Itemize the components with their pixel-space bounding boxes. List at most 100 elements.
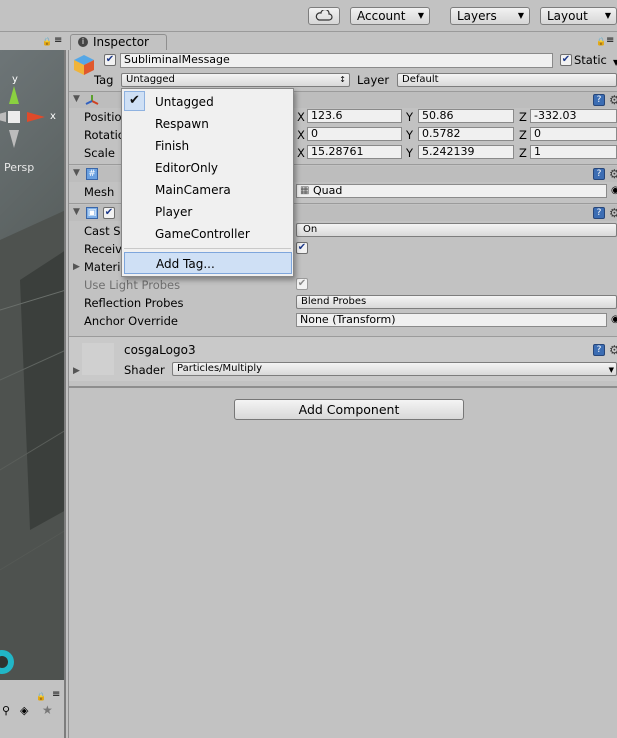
- rotation-y-field[interactable]: 0.5782: [418, 127, 514, 141]
- menu-icon[interactable]: ≡: [52, 689, 60, 700]
- help-icon[interactable]: ?: [593, 207, 605, 219]
- position-y-field[interactable]: 50.86: [418, 109, 514, 123]
- active-checkbox[interactable]: ✔: [104, 54, 116, 66]
- search-filter-icon[interactable]: ⚲: [2, 704, 10, 717]
- menu-icon[interactable]: ≡: [54, 35, 62, 46]
- layout-dropdown[interactable]: Layout ▼: [540, 7, 617, 25]
- axis-z-label: Z: [519, 146, 527, 160]
- tag-dropdown[interactable]: Untagged ↕: [121, 73, 350, 87]
- info-icon: i: [78, 37, 88, 47]
- rotation-label: Rotatio: [84, 128, 125, 142]
- gizmo-axis-x: x: [50, 111, 56, 122]
- axis-x-label: X: [297, 110, 305, 124]
- persp-label[interactable]: Persp: [4, 161, 34, 174]
- layer-value: Default: [402, 74, 439, 85]
- tab-inspector[interactable]: i Inspector: [70, 34, 167, 51]
- receive-shadows-label: Receiv: [84, 242, 122, 256]
- menu-item-untagged[interactable]: Untagged: [122, 91, 293, 113]
- cast-shadows-dropdown[interactable]: On: [296, 223, 617, 237]
- mesh-field[interactable]: ▦ Quad: [296, 184, 607, 198]
- anchor-override-label: Anchor Override: [84, 314, 178, 328]
- axis-y-label: Y: [406, 110, 414, 124]
- top-toolbar: Account ▼ Layers ▼ Layout ▼: [0, 0, 617, 32]
- help-icon[interactable]: ?: [593, 344, 605, 356]
- scene-gizmo[interactable]: [0, 74, 66, 154]
- mesh-value: Quad: [313, 184, 343, 197]
- position-x-field[interactable]: 123.6: [307, 109, 402, 123]
- help-icon[interactable]: ?: [593, 94, 605, 106]
- gear-icon[interactable]: ⚙: [609, 94, 617, 106]
- scale-label: Scale: [84, 146, 115, 160]
- object-name-field[interactable]: SubliminalMessage: [120, 53, 553, 68]
- menu-item-respawn[interactable]: Respawn: [122, 113, 293, 135]
- lock-icon[interactable]: 🔒: [36, 692, 46, 701]
- static-checkbox[interactable]: ✔: [560, 54, 572, 66]
- menu-item-editoronly[interactable]: EditorOnly: [122, 157, 293, 179]
- use-light-probes-label: Use Light Probes: [84, 278, 181, 292]
- shader-dropdown[interactable]: Particles/Multiply ▼: [172, 362, 617, 376]
- position-label: Positio: [84, 110, 122, 124]
- gizmo-axis-y: y: [12, 74, 18, 85]
- scene-view[interactable]: y x Persp: [0, 50, 66, 680]
- axis-y-label: Y: [406, 146, 414, 160]
- inspector-tabbar: i Inspector 🔒 ≡: [68, 32, 617, 51]
- mesh-filter-icon: #: [86, 168, 98, 180]
- component-enabled-checkbox[interactable]: ✔: [103, 207, 115, 219]
- layer-dropdown[interactable]: Default: [397, 73, 617, 87]
- chevron-down-icon[interactable]: ▼: [613, 58, 617, 67]
- shader-label: Shader: [124, 363, 165, 377]
- receive-shadows-checkbox[interactable]: ✔: [296, 242, 308, 254]
- rotation-x-field[interactable]: 0: [307, 127, 402, 141]
- layers-label: Layers: [457, 9, 497, 23]
- add-component-button[interactable]: Add Component: [234, 399, 464, 420]
- axis-y-label: Y: [406, 128, 414, 142]
- object-picker-icon[interactable]: ◉: [611, 314, 617, 325]
- lock-icon[interactable]: 🔒: [42, 37, 52, 46]
- tag-value: Untagged: [126, 74, 175, 85]
- gameobject-icon: [73, 54, 95, 76]
- shader-value: Particles/Multiply: [177, 363, 263, 374]
- lock-icon[interactable]: 🔒: [596, 37, 606, 46]
- star-icon[interactable]: ★: [42, 703, 53, 717]
- cast-shadows-label: Cast S: [84, 224, 121, 238]
- axis-x-label: X: [297, 146, 305, 160]
- materials-label: Materi: [84, 260, 121, 274]
- static-label: Static: [574, 53, 607, 67]
- help-icon[interactable]: ?: [593, 168, 605, 180]
- foldout-arrow-icon[interactable]: ▼: [73, 94, 80, 104]
- mesh-label: Mesh: [84, 185, 115, 199]
- gear-icon[interactable]: ⚙: [609, 344, 617, 356]
- hierarchy-toolbar: 🔒 ≡ ⚲ ◈ ★: [0, 680, 66, 738]
- layers-dropdown[interactable]: Layers ▼: [450, 7, 530, 25]
- chevron-down-icon: ▼: [517, 11, 524, 20]
- foldout-arrow-icon[interactable]: ▼: [73, 168, 80, 178]
- tag-filter-icon[interactable]: ◈: [20, 704, 28, 717]
- use-light-probes-checkbox: ✔: [296, 278, 308, 290]
- menu-separator: [124, 248, 291, 249]
- account-dropdown[interactable]: Account ▼: [350, 7, 430, 25]
- gear-icon[interactable]: ⚙: [609, 168, 617, 180]
- anchor-override-field[interactable]: None (Transform): [296, 313, 607, 327]
- scale-y-field[interactable]: 5.242139: [418, 145, 514, 159]
- position-z-field[interactable]: -332.03: [530, 109, 617, 123]
- rotation-z-field[interactable]: 0: [530, 127, 617, 141]
- menu-item-add-tag[interactable]: Add Tag...: [124, 252, 292, 274]
- menu-icon[interactable]: ≡: [606, 35, 614, 46]
- cast-shadows-value: On: [303, 224, 318, 235]
- menu-item-finish[interactable]: Finish: [122, 135, 293, 157]
- menu-item-maincamera[interactable]: MainCamera: [122, 179, 293, 201]
- menu-item-gamecontroller[interactable]: GameController: [122, 223, 293, 245]
- foldout-arrow-icon[interactable]: ▶: [73, 262, 80, 272]
- reflection-probes-dropdown[interactable]: Blend Probes: [296, 295, 617, 309]
- material-preview: [82, 343, 114, 375]
- mesh-grid-icon: ▦: [300, 185, 310, 196]
- menu-item-player[interactable]: Player: [122, 201, 293, 223]
- updown-icon: ↕: [339, 75, 346, 84]
- scale-x-field[interactable]: 15.28761: [307, 145, 402, 159]
- object-picker-icon[interactable]: ◉: [611, 185, 617, 196]
- foldout-arrow-icon[interactable]: ▶: [73, 366, 80, 376]
- gear-icon[interactable]: ⚙: [609, 207, 617, 219]
- foldout-arrow-icon[interactable]: ▼: [73, 207, 80, 217]
- cloud-button[interactable]: [308, 7, 340, 25]
- scale-z-field[interactable]: 1: [530, 145, 617, 159]
